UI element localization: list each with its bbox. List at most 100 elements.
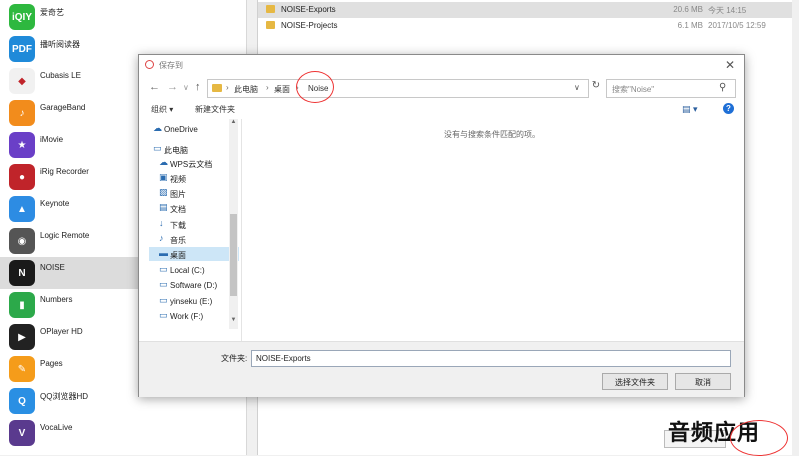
search-icon[interactable]: ⚲: [719, 82, 726, 93]
scroll-up-icon[interactable]: ▲: [229, 119, 238, 128]
up-arrow-icon[interactable]: ↑: [195, 81, 201, 93]
nav-tree-item[interactable]: ↓ 下载: [149, 217, 239, 231]
file-row[interactable]: NOISE-Projects 6.1 MB 2017/10/5 12:59: [258, 18, 792, 34]
refresh-icon[interactable]: ↻: [589, 80, 603, 95]
file-name: NOISE-Exports: [281, 5, 336, 14]
app-name: 播听阅读器: [40, 40, 80, 49]
nav-tree-item[interactable]: ▭ Work (F:): [149, 309, 239, 323]
file-size: 6.1 MB: [677, 21, 703, 30]
numbers-icon: ▮: [9, 292, 35, 318]
app-list-item[interactable]: iQIY 爱奇艺: [0, 1, 246, 33]
app-name: 爱奇艺: [40, 8, 64, 17]
nav-tree-item[interactable]: ▭ Software (D:): [149, 278, 239, 292]
nav-tree-item[interactable]: ☁ WPS云文档: [149, 156, 239, 170]
chevron-down-icon[interactable]: ∨: [183, 83, 189, 92]
app-name: NOISE: [40, 263, 65, 272]
music-icon: ♪: [159, 233, 164, 243]
title-bar: 保存到 ✕: [139, 55, 744, 75]
highlight-ellipse: [296, 71, 334, 103]
address-bar[interactable]: › 此电脑 › 桌面 › Noise ∨: [207, 71, 589, 103]
folder-name-input[interactable]: NOISE-Exports: [251, 350, 731, 367]
nav-tree-item[interactable]: ▤ 文档: [149, 201, 239, 215]
chevron-right-icon[interactable]: ›: [266, 83, 269, 92]
app-name: iRig Recorder: [40, 167, 89, 176]
reader-icon: PDF: [9, 36, 35, 62]
nav-tree-item[interactable]: ▭ yinseku (E:): [149, 294, 239, 308]
nav-tree-label: 文档: [170, 205, 186, 214]
app-name: GarageBand: [40, 103, 86, 112]
select-folder-label: 选择文件夹: [615, 378, 655, 387]
dialog-title: 保存到: [159, 61, 183, 70]
search-input[interactable]: 搜索"Noise" ⚲: [606, 79, 736, 98]
back-arrow-icon[interactable]: ←: [149, 81, 160, 93]
address-dropdown-icon[interactable]: ∨: [574, 83, 580, 92]
nav-tree-label: yinseku (E:): [170, 297, 213, 306]
imovie-icon: ★: [9, 132, 35, 158]
cloud-icon: ☁: [153, 123, 162, 133]
nav-tree-item[interactable]: ▨ 图片: [149, 186, 239, 200]
breadcrumb-desktop[interactable]: 桌面: [274, 84, 290, 95]
forward-arrow-icon[interactable]: →: [167, 81, 178, 93]
select-folder-button[interactable]: 选择文件夹: [602, 373, 668, 390]
app-list-item[interactable]: V VocaLive: [0, 417, 246, 449]
logic-remote-icon: ◉: [9, 228, 35, 254]
scrollbar-thumb[interactable]: [230, 214, 237, 296]
navigation-bar: ← → ∨ ↑ › 此电脑 › 桌面 › Noise ∨ ↻ 搜索"Noise"…: [139, 71, 744, 103]
file-content-pane[interactable]: 没有与搜索条件匹配的项。: [241, 119, 742, 341]
cubasis-icon: ◆: [9, 68, 35, 94]
nav-tree-label: 音乐: [170, 236, 186, 245]
app-name: VocaLive: [40, 423, 73, 432]
breadcrumb-this-pc[interactable]: 此电脑: [234, 84, 258, 95]
dialog-footer: 文件夹: NOISE-Exports 选择文件夹 取消: [139, 341, 744, 397]
nav-tree-item[interactable]: ▬ 桌面: [149, 247, 239, 261]
download-icon: ↓: [159, 218, 164, 228]
app-name: iMovie: [40, 135, 64, 144]
nav-tree-item[interactable]: ▭ 此电脑: [149, 142, 239, 156]
app-name: Keynote: [40, 199, 70, 208]
drive-icon: ▭: [159, 264, 168, 274]
cancel-button[interactable]: 取消: [675, 373, 731, 390]
file-name: NOISE-Projects: [281, 21, 338, 30]
toolbar: 组织 ▾ 新建文件夹 ▤ ▾ ?: [139, 101, 744, 119]
help-icon[interactable]: ?: [723, 103, 734, 114]
highlight-ellipse: [730, 420, 788, 456]
cloud-doc-icon: ☁: [159, 157, 168, 167]
view-options-icon[interactable]: ▤ ▾: [682, 104, 698, 115]
file-date: 今天 14:15: [708, 6, 747, 15]
navigation-scrollbar[interactable]: ▲ ▼: [229, 119, 238, 329]
app-name: Cubasis LE: [40, 71, 81, 80]
app-logo-icon: [145, 60, 154, 69]
nav-tree-label: 下载: [170, 221, 186, 230]
folder-icon: [266, 21, 275, 29]
nav-tree-item[interactable]: ▣ 视频: [149, 171, 239, 185]
nav-tree-label: 视频: [170, 175, 186, 184]
qq-browser-icon: Q: [9, 388, 35, 414]
computer-icon: ▭: [153, 143, 162, 153]
noise-icon: N: [9, 260, 35, 286]
garageband-icon: ♪: [9, 100, 35, 126]
keynote-icon: ▲: [9, 196, 35, 222]
document-folder-icon: ▤: [159, 202, 168, 212]
nav-tree-label: 桌面: [170, 251, 186, 260]
file-size: 20.6 MB: [673, 5, 703, 14]
irig-icon: ●: [9, 164, 35, 190]
pages-icon: ✎: [9, 356, 35, 382]
chevron-right-icon[interactable]: ›: [226, 83, 229, 92]
nav-tree-item[interactable]: ▭ Local (C:): [149, 263, 239, 277]
file-row[interactable]: NOISE-Exports 20.6 MB 今天 14:15: [258, 2, 792, 18]
close-icon[interactable]: ✕: [725, 58, 735, 72]
empty-message: 没有与搜索条件匹配的项。: [444, 130, 540, 139]
folder-name-value: NOISE-Exports: [256, 354, 311, 363]
nav-tree-label: Local (C:): [170, 266, 205, 275]
nav-tree-item[interactable]: ♪ 音乐: [149, 232, 239, 246]
organize-button[interactable]: 组织 ▾: [151, 104, 173, 115]
new-folder-button[interactable]: 新建文件夹: [195, 104, 235, 115]
vocalive-icon: V: [9, 420, 35, 446]
save-dialog: 保存到 ✕ ← → ∨ ↑ › 此电脑 › 桌面 › Noise ∨ ↻ 搜索"…: [138, 54, 745, 397]
scroll-down-icon[interactable]: ▼: [229, 317, 238, 326]
navigation-pane: ☁ OneDrive ▭ 此电脑 ☁ WPS云文档 ▣ 视频 ▨ 图片 ▤ 文档 ↓ 下载 ♪ 音乐 ▬ 桌面 ▭ L…: [149, 119, 239, 329]
desktop-icon: ▬: [159, 248, 168, 258]
nav-tree-item[interactable]: ☁ OneDrive: [149, 122, 239, 136]
nav-tree-label: Work (F:): [170, 312, 204, 321]
nav-tree-label: OneDrive: [164, 125, 198, 134]
